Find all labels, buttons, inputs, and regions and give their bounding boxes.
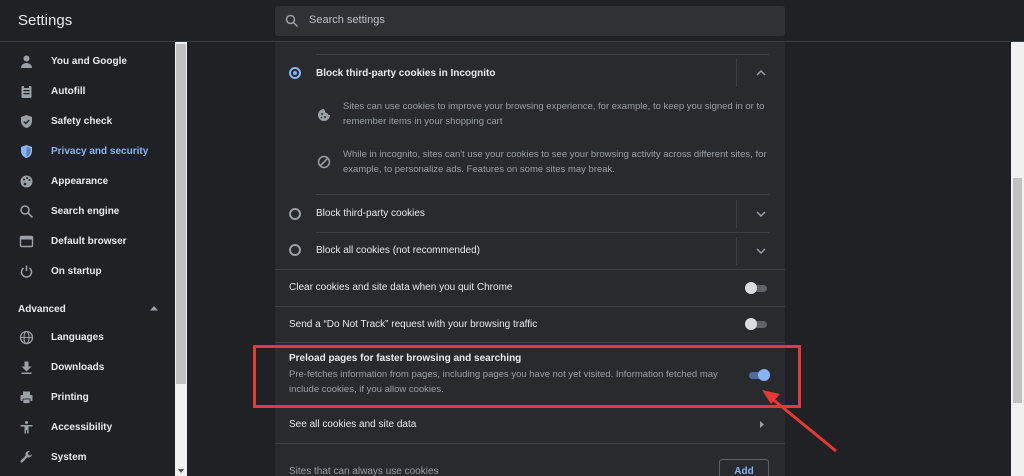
sidebar-item-label: Languages — [51, 332, 104, 343]
palette-icon — [20, 175, 33, 188]
add-site-button[interactable]: Add — [719, 459, 769, 476]
add-button-label: Add — [734, 466, 754, 476]
option-label[interactable]: Block third-party cookies — [316, 208, 425, 219]
person-icon — [21, 55, 32, 68]
sidebar-item-label: You and Google — [51, 56, 127, 67]
divider — [316, 54, 769, 55]
highlight-box — [253, 345, 801, 408]
shield-icon — [21, 145, 32, 158]
sidebar-item-label: Safety check — [51, 116, 113, 127]
sidebar-item-printing[interactable]: Printing — [0, 383, 174, 413]
sidebar-item-label: Accessibility — [51, 422, 113, 433]
chevron-up-icon[interactable] — [756, 69, 766, 77]
printer-icon — [20, 391, 33, 404]
header-bar: Settings Search settings — [0, 0, 1024, 42]
sidebar-scrollbar[interactable] — [175, 42, 187, 476]
shield-check-icon — [21, 115, 32, 128]
power-icon — [20, 265, 33, 278]
sidebar-item-you-and-google[interactable]: You and Google — [0, 47, 174, 77]
search-icon — [20, 205, 34, 219]
vertical-divider — [736, 237, 737, 265]
chevron-down-icon[interactable] — [756, 247, 766, 255]
sidebar-item-label: Downloads — [51, 362, 105, 373]
setting-label: Send a “Do Not Track” request with your … — [289, 319, 538, 330]
sidebar-item-label: Autofill — [51, 86, 86, 97]
sidebar-item-label: System — [51, 452, 87, 463]
accessibility-icon — [20, 421, 33, 434]
option-label[interactable]: Block third-party cookies in Incognito — [316, 68, 495, 79]
sidebar-scrollbar-thumb[interactable] — [176, 44, 186, 384]
sidebar-item-label: Default browser — [51, 236, 127, 247]
divider — [275, 342, 785, 343]
sidebar-item-label: Appearance — [51, 176, 109, 187]
sidebar-item-safety-check[interactable]: Safety check — [0, 107, 174, 137]
setting-label: Clear cookies and site data when you qui… — [289, 282, 513, 293]
advanced-section-header[interactable]: Advanced — [18, 304, 66, 315]
download-icon — [21, 361, 32, 374]
search-input[interactable]: Search settings — [309, 14, 385, 26]
toggle-knob — [745, 282, 757, 294]
arrow-icon — [762, 390, 837, 453]
incognito-detail-blocking: While in incognito, sites can't use your… — [343, 149, 767, 175]
page-scrollbar[interactable] — [1011, 42, 1024, 476]
sidebar: You and Google Autofill Safety check Pri… — [0, 42, 174, 476]
sidebar-item-accessibility[interactable]: Accessibility — [0, 413, 174, 443]
clear-on-quit-toggle[interactable] — [745, 282, 767, 294]
sidebar-item-downloads[interactable]: Downloads — [0, 353, 174, 383]
search-icon — [285, 14, 299, 28]
divider — [275, 269, 785, 270]
incognito-detail-cookies: Sites can use cookies to improve your br… — [343, 101, 765, 127]
divider — [275, 306, 785, 307]
browser-icon — [19, 235, 34, 248]
radio-block-third-party-incognito[interactable] — [289, 67, 301, 79]
vertical-divider — [736, 59, 737, 87]
block-icon — [317, 155, 331, 169]
sidebar-item-on-startup[interactable]: On startup — [0, 257, 174, 287]
sidebar-item-label: Privacy and security — [51, 146, 149, 157]
sidebar-item-search-engine[interactable]: Search engine — [0, 197, 174, 227]
page-title: Settings — [18, 12, 73, 29]
sidebar-item-appearance[interactable]: Appearance — [0, 167, 174, 197]
section-heading: Sites that can always use cookies — [289, 466, 439, 476]
radio-block-all-cookies[interactable] — [289, 244, 301, 256]
sidebar-item-label: Search engine — [51, 206, 120, 217]
search-box[interactable]: Search settings — [275, 6, 785, 36]
sidebar-item-default-browser[interactable]: Default browser — [0, 227, 174, 257]
sidebar-item-languages[interactable]: Languages — [0, 323, 174, 353]
do-not-track-toggle[interactable] — [745, 318, 767, 330]
vertical-divider — [736, 200, 737, 228]
sidebar-item-privacy-and-security[interactable]: Privacy and security — [0, 137, 174, 167]
cookie-icon — [318, 109, 330, 121]
sidebar-item-label: On startup — [51, 266, 102, 277]
sidebar-item-autofill[interactable]: Autofill — [0, 77, 174, 107]
clipboard-icon — [21, 85, 32, 98]
divider — [316, 194, 769, 195]
page-scrollbar-thumb[interactable] — [1013, 178, 1022, 403]
see-all-cookies-link[interactable]: See all cookies and site data — [289, 419, 416, 430]
wrench-icon — [20, 450, 32, 463]
divider — [275, 443, 785, 444]
chevron-down-icon[interactable] — [756, 210, 766, 218]
sidebar-item-system[interactable]: System — [0, 443, 174, 473]
scroll-down-icon[interactable] — [178, 469, 184, 473]
caret-up-icon[interactable] — [150, 305, 158, 311]
divider — [316, 232, 769, 233]
toggle-knob — [745, 318, 757, 330]
radio-block-third-party[interactable] — [289, 208, 301, 220]
option-label[interactable]: Block all cookies (not recommended) — [316, 245, 480, 256]
globe-icon — [19, 330, 34, 345]
sidebar-item-label: Printing — [51, 392, 89, 403]
